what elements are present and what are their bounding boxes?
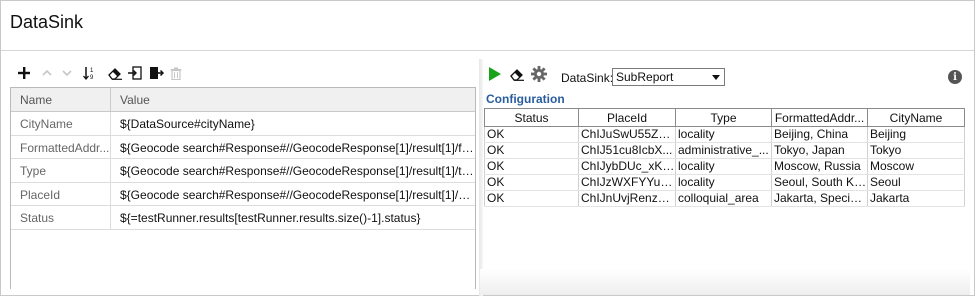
- configuration-panel: DataSink: SubReport i Configuration Stat…: [480, 59, 970, 295]
- placeid-cell[interactable]: ChIJnUvjRenzaS...: [578, 190, 676, 207]
- cityname-cell[interactable]: Jakarta: [867, 190, 965, 207]
- status-column-header[interactable]: Status: [484, 108, 579, 127]
- chevron-down-icon: [62, 69, 72, 77]
- formattedaddress-cell[interactable]: Beijing, China: [771, 126, 868, 143]
- placeid-cell[interactable]: ChIJuSwU55ZS8...: [578, 126, 676, 143]
- play-icon: [489, 67, 501, 81]
- dropdown-arrow-icon: [712, 75, 720, 80]
- table-row[interactable]: OK ChIJzWXFYYuif... locality Seoul, Sout…: [484, 174, 965, 191]
- property-name[interactable]: Status: [11, 206, 111, 229]
- import-icon: [128, 66, 142, 80]
- window-title: DataSink: [10, 12, 84, 32]
- property-name[interactable]: PlaceId: [11, 182, 111, 205]
- configuration-label: Configuration: [486, 92, 565, 106]
- type-cell[interactable]: locality: [675, 174, 772, 191]
- properties-table: Name Value CityName ${DataSource#cityNam…: [10, 87, 476, 289]
- cityname-cell[interactable]: Tokyo: [867, 142, 965, 159]
- placeid-cell[interactable]: ChIJ51cu8IcbX...: [578, 142, 676, 159]
- property-row[interactable]: PlaceId ${Geocode search#Response#//Geoc…: [11, 182, 475, 206]
- property-name[interactable]: CityName: [11, 112, 111, 135]
- type-cell[interactable]: locality: [675, 126, 772, 143]
- configuration-table: Status PlaceId Type FormattedAddr... Cit…: [484, 108, 965, 207]
- property-name[interactable]: FormattedAddr...: [11, 135, 111, 158]
- property-row[interactable]: Type ${Geocode search#Response#//Geocode…: [11, 159, 475, 183]
- name-column-header[interactable]: Name: [11, 88, 111, 111]
- export-icon: [149, 66, 164, 80]
- datasink-toolbar: DataSink: SubReport i: [480, 63, 970, 86]
- value-column-header[interactable]: Value: [111, 88, 475, 111]
- properties-toolbar: 19: [9, 63, 476, 85]
- import-button[interactable]: [126, 63, 144, 83]
- formattedaddress-cell[interactable]: Moscow, Russia: [771, 158, 868, 175]
- property-row[interactable]: CityName ${DataSource#cityName}: [11, 112, 475, 136]
- table-empty-area: [480, 269, 970, 295]
- datasink-label: DataSink:: [561, 71, 614, 85]
- table-row[interactable]: OK ChIJnUvjRenzaS... colloquial_area Jak…: [484, 190, 965, 207]
- clear-button[interactable]: [106, 63, 124, 83]
- configuration-header-row: Status PlaceId Type FormattedAddr... Cit…: [484, 108, 965, 127]
- type-cell[interactable]: administrative_...: [675, 142, 772, 159]
- trash-icon: [170, 67, 182, 80]
- move-up-button[interactable]: [38, 63, 56, 83]
- svg-text:1: 1: [90, 68, 94, 74]
- placeid-cell[interactable]: ChIJzWXFYYuif...: [578, 174, 676, 191]
- plus-icon: [18, 67, 30, 79]
- placeid-column-header[interactable]: PlaceId: [578, 108, 676, 127]
- property-name[interactable]: Type: [11, 159, 111, 182]
- gear-icon: [531, 66, 547, 82]
- status-cell[interactable]: OK: [484, 158, 579, 175]
- add-property-button[interactable]: [15, 63, 33, 83]
- datasink-select[interactable]: SubReport: [612, 68, 725, 86]
- status-cell[interactable]: OK: [484, 174, 579, 191]
- property-value[interactable]: ${Geocode search#Response#//GeocodeRespo…: [111, 159, 475, 182]
- property-value[interactable]: ${=testRunner.results[testRunner.results…: [111, 206, 475, 229]
- title-bar: DataSink: [1, 1, 974, 51]
- datasink-window: DataSink 19 Name Value CityName ${DataSo…: [0, 0, 975, 296]
- eraser-icon: [107, 67, 123, 80]
- properties-header: Name Value: [11, 88, 475, 112]
- property-row[interactable]: Status ${=testRunner.results[testRunner.…: [11, 206, 475, 230]
- info-icon[interactable]: i: [948, 70, 962, 84]
- cityname-cell[interactable]: Beijing: [867, 126, 965, 143]
- formattedaddress-cell[interactable]: Tokyo, Japan: [771, 142, 868, 159]
- sort-button[interactable]: 19: [81, 63, 99, 83]
- status-cell[interactable]: OK: [484, 190, 579, 207]
- table-row[interactable]: OK ChIJuSwU55ZS8... locality Beijing, Ch…: [484, 126, 965, 143]
- table-row[interactable]: OK ChIJ51cu8IcbX... administrative_... T…: [484, 142, 965, 159]
- svg-text:9: 9: [90, 75, 94, 80]
- chevron-up-icon: [42, 69, 52, 77]
- export-button[interactable]: [147, 63, 165, 83]
- cityname-column-header[interactable]: CityName: [867, 108, 965, 127]
- cityname-cell[interactable]: Seoul: [867, 174, 965, 191]
- table-row[interactable]: OK ChIJybDUc_xKt... locality Moscow, Rus…: [484, 158, 965, 175]
- property-value[interactable]: ${Geocode search#Response#//GeocodeRespo…: [111, 136, 475, 159]
- datasink-selected-value: SubReport: [616, 70, 674, 84]
- type-cell[interactable]: colloquial_area: [675, 190, 772, 207]
- clear-results-button[interactable]: [508, 64, 526, 84]
- properties-panel: 19 Name Value CityName ${DataSource#city…: [9, 59, 476, 289]
- settings-button[interactable]: [530, 64, 548, 84]
- move-down-button[interactable]: [58, 63, 76, 83]
- run-button[interactable]: [486, 64, 504, 84]
- property-row[interactable]: FormattedAddr... ${Geocode search#Respon…: [11, 135, 475, 159]
- property-value[interactable]: ${Geocode search#Response#//GeocodeRespo…: [111, 183, 475, 206]
- formattedaddress-column-header[interactable]: FormattedAddr...: [771, 108, 868, 127]
- placeid-cell[interactable]: ChIJybDUc_xKt...: [578, 158, 676, 175]
- cityname-cell[interactable]: Moscow: [867, 158, 965, 175]
- eraser-icon: [509, 68, 525, 81]
- status-cell[interactable]: OK: [484, 126, 579, 143]
- type-column-header[interactable]: Type: [675, 108, 772, 127]
- formattedaddress-cell[interactable]: Jakarta, Special ...: [771, 190, 868, 207]
- property-value[interactable]: ${DataSource#cityName}: [111, 112, 475, 135]
- formattedaddress-cell[interactable]: Seoul, South Ko...: [771, 174, 868, 191]
- status-cell[interactable]: OK: [484, 142, 579, 159]
- delete-button[interactable]: [167, 63, 185, 83]
- sort-icon: 19: [83, 66, 97, 80]
- type-cell[interactable]: locality: [675, 158, 772, 175]
